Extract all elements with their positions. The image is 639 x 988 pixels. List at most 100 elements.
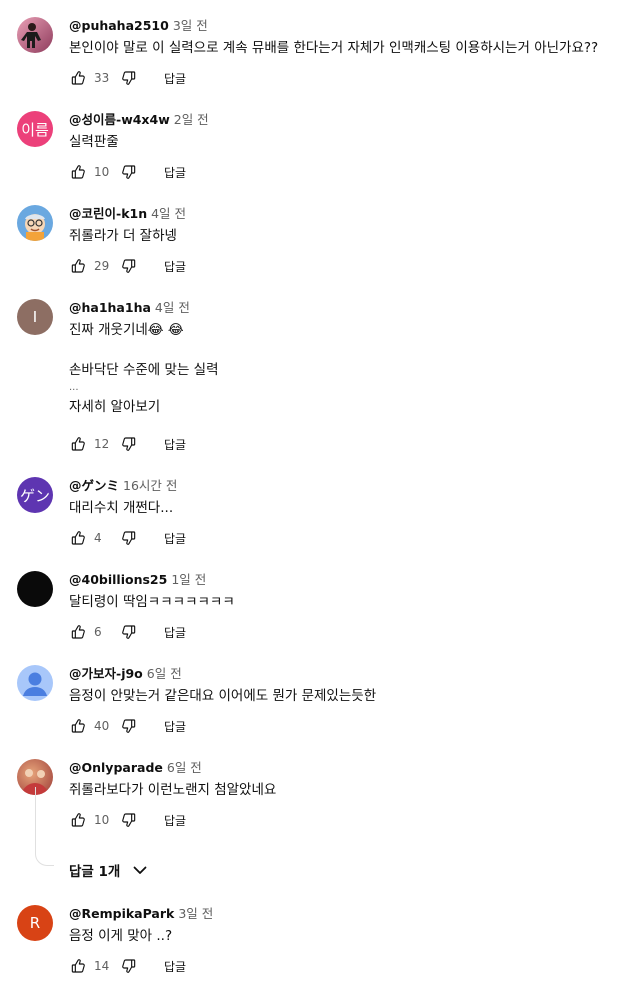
avatar[interactable] <box>17 571 53 607</box>
avatar-letter: I <box>32 308 38 326</box>
comment-header: @Onlyparade 6일 전 <box>69 759 629 777</box>
comment-body: @Onlyparade 6일 전 쥐롤라보다가 이런노랜지 첨알았네요 <box>69 759 629 800</box>
comment-author[interactable]: @코린이-k1n <box>69 206 147 221</box>
reply-button[interactable]: 답글 <box>164 164 186 181</box>
comment-author[interactable]: @ゲンミ <box>69 478 119 493</box>
like-count: 4 <box>94 531 102 545</box>
comment-text-line: 손바닥단 수준에 맞는 실력 <box>69 362 219 378</box>
avatar-letter: 이름 <box>21 120 49 139</box>
avatar[interactable]: R <box>17 905 53 941</box>
comment-time[interactable]: 6일 전 <box>147 666 182 681</box>
comment-time[interactable]: 16시간 전 <box>123 478 177 493</box>
comment-actions: 12 답글 <box>69 432 186 456</box>
avatar-letter: R <box>29 914 41 932</box>
comment-text: 쥐롤라가 더 잘하넹 <box>69 226 629 246</box>
reply-button[interactable]: 답글 <box>164 958 186 975</box>
comment-body: @puhaha2510 3일 전 본인이야 말로 이 실력으로 계속 뮤배를 한다… <box>69 17 629 58</box>
comment-actions: 4 답글 <box>69 526 186 550</box>
avatar-letter: ゲン <box>19 486 50 505</box>
read-more-link[interactable]: 자세히 알아보기 <box>69 396 629 418</box>
thumbs-up-icon[interactable] <box>69 811 87 829</box>
thumbs-up-icon[interactable] <box>69 435 87 453</box>
comment-text: 본인이야 말로 이 실력으로 계속 뮤배를 한다는거 자체가 인맥캐스팅 이용하… <box>69 38 629 58</box>
comment-author[interactable]: @가보자-j9o <box>69 666 143 681</box>
comment-text: 쥐롤라보다가 이런노랜지 첨알았네요 <box>69 780 629 800</box>
comment-time[interactable]: 3일 전 <box>173 18 208 33</box>
thumbs-up-icon[interactable] <box>69 717 87 735</box>
avatar[interactable]: ゲン <box>17 477 53 513</box>
default-user-icon <box>23 672 47 696</box>
comment-author[interactable]: @puhaha2510 <box>69 18 169 33</box>
comment-header: @성이름-w4x4w 2일 전 <box>69 111 629 129</box>
comment-text-line: 쥐롤라가 더 잘하넹 <box>69 228 177 244</box>
comment-header: @40billions25 1일 전 <box>69 571 629 589</box>
comment-header: @코린이-k1n 4일 전 <box>69 205 629 223</box>
avatar[interactable]: 이름 <box>17 111 53 147</box>
thumbs-up-icon[interactable] <box>69 529 87 547</box>
comment-author[interactable]: @성이름-w4x4w <box>69 112 170 127</box>
avatar[interactable] <box>17 17 53 53</box>
comment-body: @RempikaPark 3일 전 음정 이게 맞아 ..? <box>69 905 629 946</box>
comment-blank-line <box>69 340 629 360</box>
thumbs-down-icon[interactable] <box>120 257 138 275</box>
reply-button[interactable]: 답글 <box>164 718 186 735</box>
like-count: 14 <box>94 959 110 973</box>
thumbs-up-icon[interactable] <box>69 257 87 275</box>
thumbs-up-icon[interactable] <box>69 957 87 975</box>
comment-time[interactable]: 3일 전 <box>178 906 213 921</box>
thumbs-up-icon[interactable] <box>69 69 87 87</box>
like-count: 29 <box>94 259 110 273</box>
comment-ellipsis: ... <box>69 382 79 393</box>
comment-actions: 40 답글 <box>69 714 186 738</box>
thumbs-down-icon[interactable] <box>120 529 138 547</box>
reply-button[interactable]: 답글 <box>164 812 186 829</box>
like-count: 10 <box>94 813 110 827</box>
like-count: 6 <box>94 625 102 639</box>
avatar[interactable]: I <box>17 299 53 335</box>
comment-text-line: 쥐롤라보다가 이런노랜지 첨알았네요 <box>69 782 277 798</box>
comment-header: @puhaha2510 3일 전 <box>69 17 629 35</box>
thumbs-down-icon[interactable] <box>120 435 138 453</box>
comment-time[interactable]: 2일 전 <box>174 112 209 127</box>
comment-author[interactable]: @Onlyparade <box>69 760 163 775</box>
comment-time[interactable]: 1일 전 <box>171 572 206 587</box>
replies-toggle-button[interactable]: 답글 1개 <box>69 856 148 884</box>
reply-button[interactable]: 답글 <box>164 530 186 547</box>
reply-button[interactable]: 답글 <box>164 436 186 453</box>
comment-actions: 6 답글 <box>69 620 186 644</box>
reply-button[interactable]: 답글 <box>164 624 186 641</box>
thumbs-up-icon[interactable] <box>69 623 87 641</box>
comment-author[interactable]: @ha1ha1ha <box>69 300 151 315</box>
avatar[interactable] <box>17 205 53 241</box>
comment-text: 대리수치 개쩐다... <box>69 498 629 518</box>
replies-toggle-label: 답글 1개 <box>69 864 121 880</box>
comment-text: 달티령이 딱임ㅋㅋㅋㅋㅋㅋㅋ <box>69 592 629 612</box>
comment-text-line: 실력판줄 <box>69 134 119 150</box>
thumbs-down-icon[interactable] <box>120 811 138 829</box>
like-count: 12 <box>94 437 110 451</box>
comment-time[interactable]: 6일 전 <box>167 760 202 775</box>
thumbs-down-icon[interactable] <box>120 163 138 181</box>
reply-button[interactable]: 답글 <box>164 70 186 87</box>
comment-text: 음정이 안맞는거 같은대요 이어에도 뭔가 문제있는듯한 <box>69 686 629 706</box>
thumbs-down-icon[interactable] <box>120 957 138 975</box>
like-count: 10 <box>94 165 110 179</box>
comment-body: @코린이-k1n 4일 전 쥐롤라가 더 잘하넹 <box>69 205 629 246</box>
cartoon-face-icon <box>25 214 45 241</box>
reply-thread-line <box>35 787 54 866</box>
thumbs-down-icon[interactable] <box>120 69 138 87</box>
comment-body: @ゲンミ 16시간 전 대리수치 개쩐다... <box>69 477 629 518</box>
thumbs-down-icon[interactable] <box>120 623 138 641</box>
comment-time[interactable]: 4일 전 <box>151 206 186 221</box>
comment-text: 진짜 개웃기네😂 😂 손바닥단 수준에 맞는 실력... 자세히 알아보기 <box>69 320 629 418</box>
avatar[interactable] <box>17 665 53 701</box>
reply-button[interactable]: 답글 <box>164 258 186 275</box>
comment-actions: 14 답글 <box>69 954 186 978</box>
comment-time[interactable]: 4일 전 <box>155 300 190 315</box>
comment-author[interactable]: @RempikaPark <box>69 906 174 921</box>
comment-author[interactable]: @40billions25 <box>69 572 167 587</box>
thumbs-down-icon[interactable] <box>120 717 138 735</box>
thumbs-up-icon[interactable] <box>69 163 87 181</box>
comment-actions: 10 답글 <box>69 160 186 184</box>
comment-body: @40billions25 1일 전 달티령이 딱임ㅋㅋㅋㅋㅋㅋㅋ <box>69 571 629 612</box>
